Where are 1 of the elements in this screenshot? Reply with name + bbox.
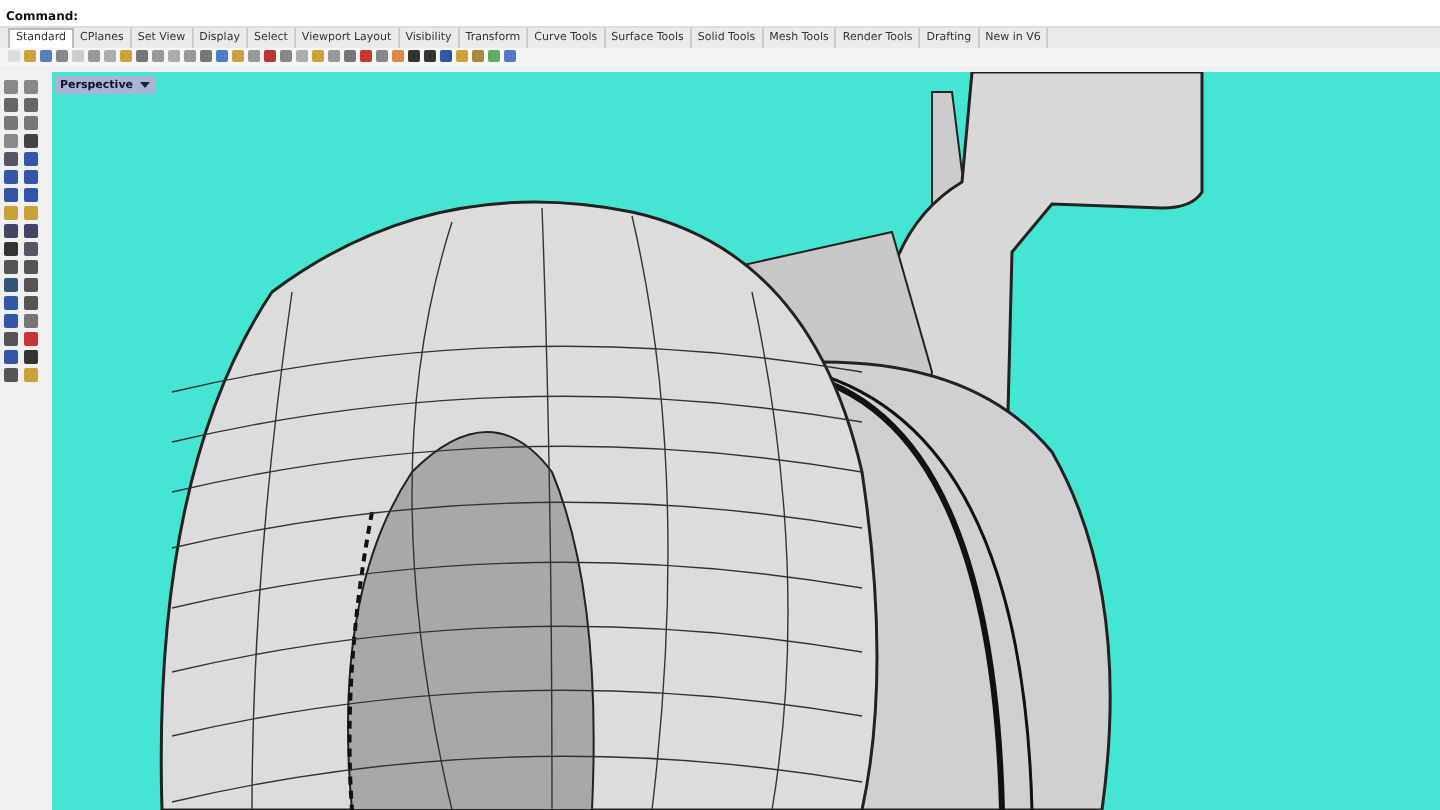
dropdown-icon[interactable]	[137, 78, 152, 92]
